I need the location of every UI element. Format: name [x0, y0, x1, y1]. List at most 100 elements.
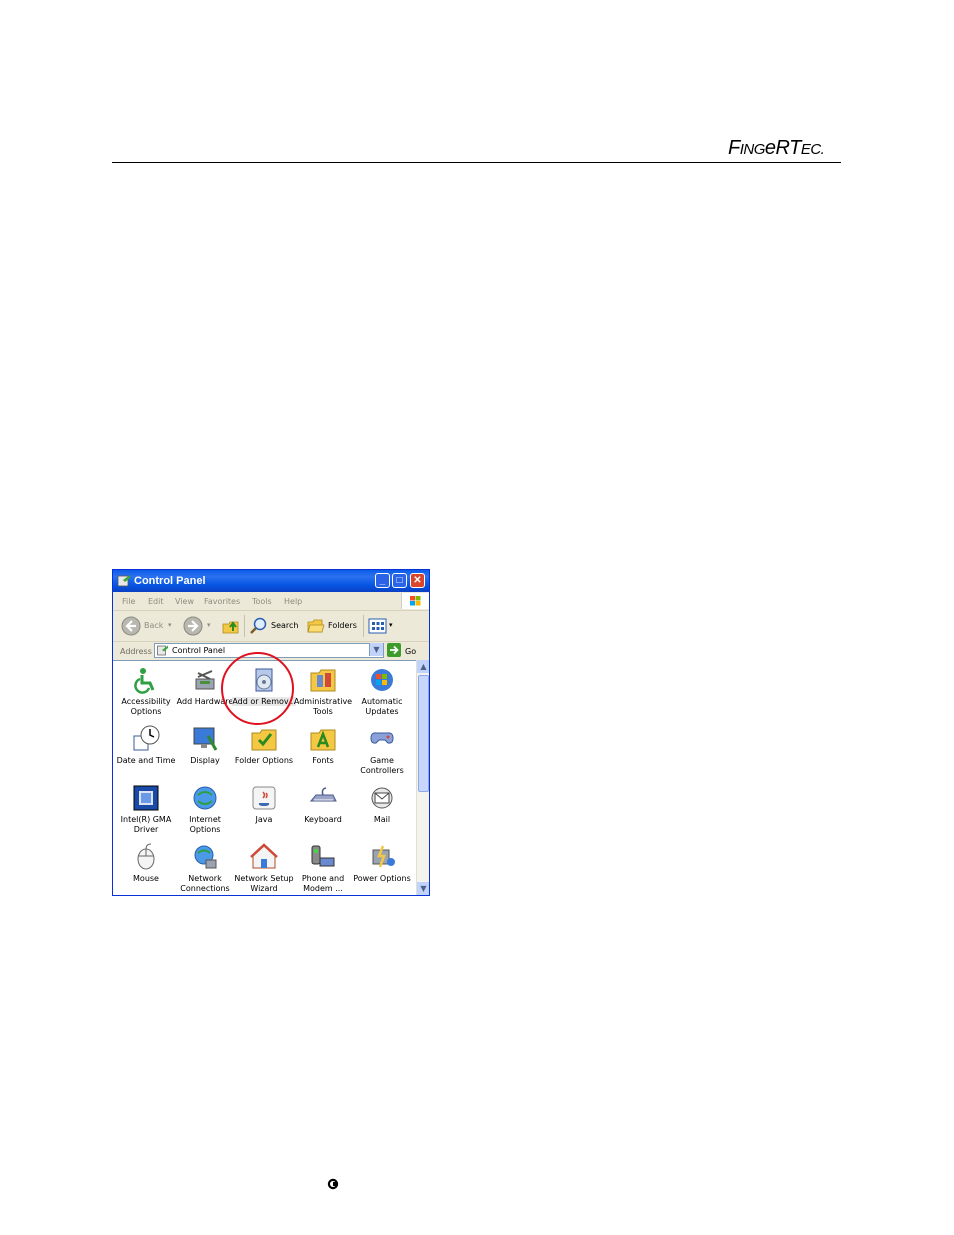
folders-icon — [307, 619, 325, 633]
display-icon — [193, 727, 218, 751]
power-options-icon — [372, 845, 395, 868]
forward-dropdown-icon[interactable]: ▾ — [207, 621, 211, 629]
network-setup-icon — [250, 843, 278, 869]
phone-modem-icon — [311, 845, 335, 867]
administrative-tools-icon — [310, 669, 336, 692]
back-arrow-icon — [121, 616, 141, 636]
folder-options-icon — [251, 729, 277, 751]
menu-file[interactable]: File — [122, 597, 135, 606]
control-panel-item[interactable]: Mouse — [116, 840, 176, 895]
up-folder-icon — [222, 621, 239, 634]
back-button[interactable]: Back ▾ — [121, 616, 181, 636]
title-bar[interactable]: Control Panel _ □ ✕ — [113, 570, 429, 592]
back-dropdown-icon[interactable]: ▾ — [168, 621, 172, 629]
copyright-icon — [327, 1178, 339, 1190]
control-panel-item[interactable]: Intel(R) GMA Driver — [116, 781, 176, 839]
java-icon — [252, 786, 276, 810]
control-panel-item-label: Date and Time — [116, 756, 176, 765]
menu-bar: File Edit View Favorites Tools Help — [113, 592, 429, 611]
scroll-thumb[interactable] — [418, 675, 429, 792]
control-panel-item-label: Mail — [373, 815, 391, 824]
forward-arrow-icon — [183, 616, 203, 636]
views-dropdown-icon[interactable]: ▾ — [389, 621, 393, 629]
control-panel-item[interactable]: Administrative Tools — [293, 663, 353, 721]
control-panel-item[interactable]: Network Connections — [175, 840, 235, 895]
control-panel-item[interactable]: Mail — [352, 781, 412, 839]
control-panel-item[interactable]: Date and Time — [116, 722, 176, 780]
menu-view[interactable]: View — [175, 597, 194, 606]
menu-tools[interactable]: Tools — [252, 597, 272, 606]
game-controllers-icon — [370, 732, 394, 744]
up-folder-button[interactable] — [221, 616, 241, 636]
control-panel-item-label: Administrative Tools — [293, 697, 353, 716]
mouse-icon — [137, 843, 155, 870]
control-panel-item[interactable]: Game Controllers — [352, 722, 412, 780]
control-panel-item[interactable]: Folder Options — [234, 722, 294, 780]
views-icon — [368, 618, 387, 634]
address-label: Address — [120, 647, 152, 656]
views-button[interactable]: ▾ — [368, 616, 396, 636]
menu-edit[interactable]: Edit — [148, 597, 164, 606]
control-panel-item-label: Display — [190, 756, 220, 765]
control-panel-item[interactable]: Fonts — [293, 722, 353, 780]
control-panel-item-label: Folder Options — [234, 756, 294, 765]
control-panel-item-label: Power Options — [353, 874, 411, 883]
highlight-circle — [221, 652, 294, 725]
toolbar-separator — [244, 615, 245, 637]
intel-gma-icon — [133, 785, 159, 811]
accessibility-icon — [134, 668, 155, 694]
header-rule — [112, 162, 841, 163]
vertical-scrollbar[interactable]: ▲ ▼ — [416, 660, 429, 895]
address-value: Control Panel — [172, 646, 226, 655]
minimize-button[interactable]: _ — [375, 573, 390, 588]
control-panel-item-label: Mouse — [133, 874, 159, 883]
scroll-down-icon[interactable]: ▼ — [417, 882, 429, 895]
menu-favorites[interactable]: Favorites — [204, 597, 240, 606]
control-panel-item-label: Keyboard — [304, 815, 342, 824]
control-panel-item[interactable]: Accessibility Options — [116, 663, 176, 721]
control-panel-item-label: Java — [255, 815, 273, 824]
control-panel-window: Control Panel _ □ ✕ File Edit View Favor… — [112, 569, 430, 896]
control-panel-item[interactable]: Automatic Updates — [352, 663, 412, 721]
menu-help[interactable]: Help — [284, 597, 302, 606]
control-panel-item-label: Game Controllers — [360, 756, 404, 775]
go-label[interactable]: Go — [405, 647, 416, 656]
control-panel-icon — [117, 575, 130, 587]
go-arrow-icon — [390, 645, 399, 655]
control-panel-item[interactable]: Keyboard — [293, 781, 353, 839]
control-panel-item[interactable]: Power Options — [352, 840, 412, 895]
close-button[interactable]: ✕ — [410, 573, 425, 588]
maximize-button[interactable]: □ — [392, 573, 407, 588]
control-panel-item[interactable]: Display — [175, 722, 235, 780]
address-dropdown-icon[interactable]: ▼ — [369, 643, 383, 656]
control-panel-item-label: Network Connections — [180, 874, 230, 893]
toolbar: Back ▾ ▾ Search Folders ▾ — [113, 611, 429, 642]
search-button[interactable]: Search — [249, 616, 299, 636]
toolbar-separator — [363, 615, 364, 637]
add-hardware-icon — [195, 670, 215, 690]
date-time-icon — [133, 725, 160, 751]
folders-button[interactable]: Folders — [306, 616, 361, 636]
fonts-icon — [310, 729, 336, 751]
search-icon — [250, 617, 267, 634]
control-panel-item-label: Automatic Updates — [361, 697, 403, 716]
scroll-up-icon[interactable]: ▲ — [417, 660, 429, 673]
control-panel-item[interactable]: Internet Options — [175, 781, 235, 839]
windows-flag-icon — [401, 593, 429, 609]
internet-options-icon — [193, 786, 217, 810]
forward-button[interactable]: ▾ — [183, 616, 213, 636]
control-panel-small-icon — [157, 645, 168, 656]
control-panel-item-label: Accessibility Options — [121, 697, 171, 716]
control-panel-item-label: Phone and Modem ... — [301, 874, 345, 893]
network-connections-icon — [194, 845, 217, 869]
automatic-updates-icon — [371, 669, 393, 691]
control-panel-item[interactable]: Network Setup Wizard — [234, 840, 294, 895]
control-panel-item[interactable]: Phone and Modem ... — [293, 840, 353, 895]
control-panel-item-label: Intel(R) GMA Driver — [120, 815, 172, 834]
keyboard-icon — [309, 787, 337, 802]
control-panel-item-label: Network Setup Wizard — [234, 874, 294, 893]
go-button[interactable] — [387, 643, 401, 657]
control-panel-item[interactable]: Java — [234, 781, 294, 839]
mail-icon — [371, 787, 393, 809]
control-panel-item-label: Internet Options — [189, 815, 221, 834]
